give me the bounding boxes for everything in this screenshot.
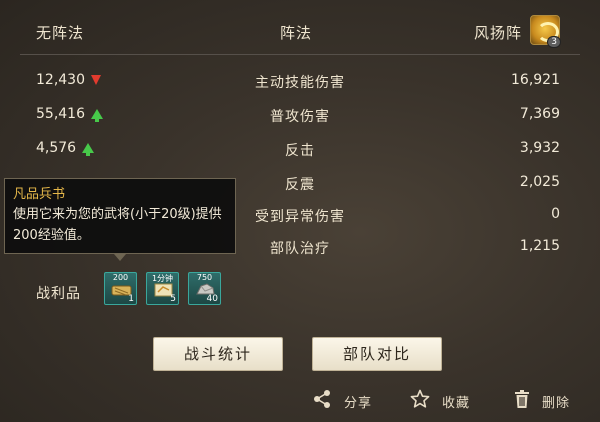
troop-compare-button[interactable]: 部队对比 [312,337,442,371]
stat-right-value: 16,921 [511,72,560,88]
stat-right-value: 0 [551,206,560,222]
stat-right-value: 2,025 [519,174,560,190]
loot-item-scroll-book[interactable]: 200 1 [104,272,137,305]
tooltip-title: 凡品兵书 [13,187,66,202]
trash-icon [515,390,529,408]
delete-label: 删除 [542,396,571,411]
stat-label: 部队治疗 [270,241,330,257]
share-icon [314,390,330,408]
comparison-header: 无阵法 阵法 风扬阵 [0,18,600,46]
stat-left-value: 12,430 [36,72,101,88]
favorite-label: 收藏 [442,396,471,411]
loot-item-speed-scroll[interactable]: 1分钟 5 [146,272,179,305]
loot-item-count: 1 [128,294,134,304]
item-tooltip: 凡品兵书 使用它来为您的武将(小于20级)提供200经验值。 [4,178,236,254]
loot-label: 战利品 [36,286,81,302]
loot-item-top-label: 200 [112,273,129,282]
loot-item-top-label: 750 [196,273,213,282]
no-formation-label: 无阵法 [36,24,85,42]
formation-level-badge: 3 [547,36,561,48]
tooltip-pointer [114,254,126,261]
stat-right-value: 7,369 [519,106,560,122]
header-divider [20,54,580,55]
formation-column-label: 阵法 [280,24,313,42]
formation-swirl-icon[interactable]: 3 [530,15,561,48]
star-icon [410,389,430,408]
stat-right-value: 3,932 [519,140,560,156]
stat-row: 4,576 反击 3,932 [0,136,600,164]
stat-label: 反击 [285,143,315,159]
share-button[interactable]: 分享 [312,388,382,412]
loot-item-count: 40 [206,294,218,304]
tooltip-description: 使用它来为您的武将(小于20级)提供200经验值。 [13,207,222,243]
arrow-down-icon [91,75,101,85]
stat-left-value: 4,576 [36,140,95,156]
stat-label: 反震 [285,177,315,193]
formation-name: 风扬阵 [474,24,523,42]
stat-label: 受到异常伤害 [255,209,345,225]
share-label: 分享 [344,396,373,411]
loot-item-count: 5 [170,294,176,304]
arrow-up-icon [91,109,103,122]
stat-row: 55,416 普攻伤害 7,369 [0,102,600,130]
loot-item-stone-ore[interactable]: 750 40 [188,272,221,305]
arrow-up-icon [82,143,95,156]
delete-button[interactable]: 删除 [512,388,582,412]
stat-right-value: 1,215 [519,238,560,254]
stat-label: 普攻伤害 [270,109,330,125]
stat-left-value: 55,416 [36,106,103,122]
stat-label: 主动技能伤害 [255,75,345,91]
battle-report-panel: 无阵法 阵法 风扬阵 3 12,430 主动技能伤害 16,921 55,416… [0,0,600,422]
favorite-button[interactable]: 收藏 [410,388,480,412]
stat-row: 12,430 主动技能伤害 16,921 [0,68,600,96]
battle-stats-button[interactable]: 战斗统计 [153,337,283,371]
